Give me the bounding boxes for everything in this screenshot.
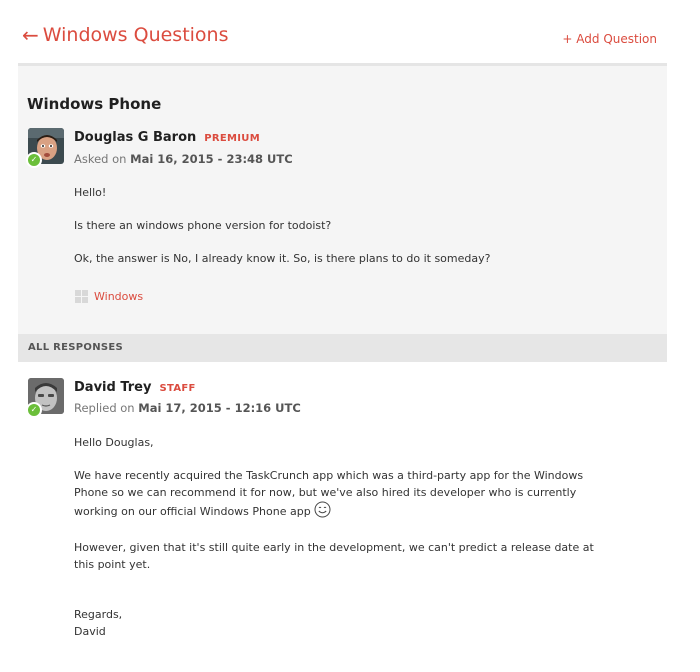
staff-badge: STAFF (159, 383, 196, 394)
question-paragraph: Ok, the answer is No, I already know it.… (74, 252, 491, 265)
response-author-line: David Trey STAFF (74, 380, 196, 395)
response-timestamp: Mai 17, 2015 - 12:16 UTC (138, 401, 301, 415)
meta-prefix: Asked on (74, 152, 131, 166)
verified-check-icon: ✓ (26, 402, 42, 418)
author-name[interactable]: David Trey (74, 380, 151, 395)
question-paragraph: Is there an windows phone version for to… (74, 219, 332, 232)
page-header: ← Windows Questions + Add Question (0, 0, 700, 66)
response-body: Hello Douglas, We have recently acquired… (74, 434, 614, 640)
response-signoff: Regards, (74, 608, 123, 621)
windows-tag-link[interactable]: Windows (75, 290, 143, 303)
question-body: Hello! Is there an windows phone version… (74, 184, 634, 267)
response-signature: David (74, 625, 106, 638)
smiley-icon (314, 501, 331, 523)
tag-label: Windows (94, 290, 144, 303)
responses-section-header: ALL RESPONSES (18, 334, 667, 362)
verified-check-icon: ✓ (26, 152, 42, 168)
response-paragraph: We have recently acquired the TaskCrunch… (74, 467, 614, 523)
add-question-button[interactable]: + Add Question (562, 32, 657, 46)
question-timestamp: Mai 16, 2015 - 23:48 UTC (130, 152, 293, 166)
windows-logo-icon (75, 290, 88, 303)
meta-prefix: Replied on (74, 401, 139, 415)
question-author-line: Douglas G Baron PREMIUM (74, 130, 260, 145)
back-arrow-icon: ← (22, 23, 39, 47)
section-title: Windows Questions (42, 24, 229, 46)
response-paragraph: Hello Douglas, (74, 436, 154, 449)
question-panel: Windows Phone ✓ Douglas G Baron PREMIUM … (18, 66, 667, 334)
premium-badge: PREMIUM (204, 133, 260, 144)
question-meta: Asked on Mai 16, 2015 - 23:48 UTC (74, 152, 293, 166)
question-title: Windows Phone (27, 95, 162, 113)
response-meta: Replied on Mai 17, 2015 - 12:16 UTC (74, 401, 301, 415)
response-paragraph: However, given that it's still quite ear… (74, 541, 594, 571)
author-name[interactable]: Douglas G Baron (74, 130, 196, 145)
question-paragraph: Hello! (74, 186, 107, 199)
back-to-windows-questions-link[interactable]: ← Windows Questions (22, 24, 229, 46)
responses-label: ALL RESPONSES (28, 342, 124, 353)
